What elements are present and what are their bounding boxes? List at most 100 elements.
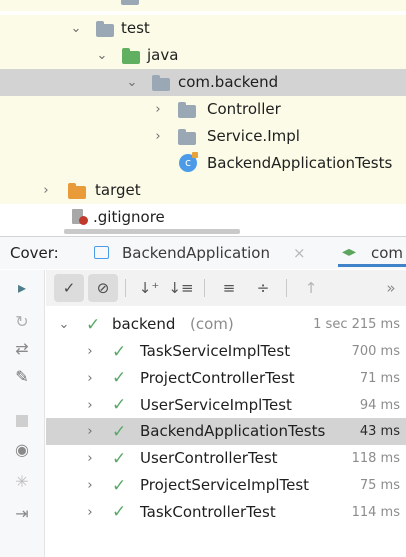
tree-row-controller[interactable]: › Controller — [0, 96, 406, 123]
root-time: 1 sec 215 ms — [313, 317, 400, 332]
chevron-right-icon[interactable]: › — [82, 478, 98, 493]
show-passed-button[interactable]: ✓ — [54, 274, 84, 302]
more-actions-icon[interactable]: » — [376, 274, 406, 302]
chevron-right-icon[interactable]: › — [82, 344, 98, 359]
test-label: UserControllerTest — [140, 449, 278, 468]
test-time: 71 ms — [359, 370, 400, 386]
expand-all-icon[interactable]: ≡ — [214, 274, 244, 302]
test-row[interactable]: › ✓ TaskServiceImplTest 700 ms — [46, 338, 406, 365]
sort-alphabetically-icon[interactable]: ↓⁺ — [134, 274, 164, 302]
package-icon — [152, 75, 170, 91]
sort-by-duration-icon[interactable]: ↓≡ — [166, 274, 196, 302]
ignore-marker-icon — [79, 216, 88, 225]
arrow-up-icon[interactable]: ↑ — [296, 274, 326, 302]
tree-row-target[interactable]: › target — [0, 177, 406, 204]
toolbar-separator — [286, 279, 287, 297]
run-marker-icon — [192, 152, 198, 158]
folder-icon — [96, 21, 114, 37]
tree-label: Controller — [207, 100, 281, 118]
check-icon: ✓ — [112, 448, 127, 469]
test-time: 75 ms — [359, 478, 400, 493]
camera-icon[interactable]: ◉ — [11, 438, 33, 460]
stop-icon[interactable] — [11, 410, 33, 432]
toolbar-separator — [204, 279, 205, 297]
root-label: backend — [112, 315, 176, 333]
close-icon[interactable]: × — [293, 244, 306, 262]
project-tree: resources ⌄ test ⌄ java ⌄ com.backend › … — [0, 0, 406, 234]
tree-label: Service.Impl — [207, 127, 300, 145]
chevron-right-icon[interactable]: › — [150, 129, 166, 144]
test-label: BackendApplicationTests — [140, 422, 326, 441]
test-row[interactable]: › ✓ ProjectControllerTest 71 ms — [46, 365, 406, 392]
show-ignored-button[interactable]: ⊘ — [88, 274, 118, 302]
horizontal-scrollbar[interactable] — [64, 229, 240, 234]
test-time: 94 ms — [359, 397, 400, 413]
check-icon: ✓ — [112, 368, 127, 389]
tree-label: com.backend — [178, 73, 279, 91]
tree-label: test — [121, 19, 150, 37]
chevron-right-icon[interactable]: › — [82, 398, 98, 413]
tree-label: resources — [142, 0, 215, 4]
toggle-auto-test-icon[interactable]: ⇄ — [11, 337, 33, 359]
tab-label: BackendApplication — [122, 244, 270, 262]
chevron-right-icon[interactable]: › — [82, 424, 98, 439]
test-time: 43 ms — [359, 424, 400, 440]
test-time: 118 ms — [351, 451, 400, 467]
tab-label: com — [371, 244, 404, 262]
coverage-toolbar: ✓ ⊘ ↓⁺ ↓≡ ≡ ÷ ↑ » — [46, 270, 406, 306]
tab-com[interactable]: ◂▸ com — [338, 239, 406, 267]
chevron-down-icon[interactable]: ⌄ — [124, 75, 140, 90]
coverage-side-toolbar: ▸ ↻ ⇄ ✎ ◉ ✳ ⇥ — [0, 270, 45, 557]
root-package: (com) — [190, 315, 234, 333]
tree-row-gitignore[interactable]: .gitignore — [0, 204, 406, 231]
chevron-down-icon[interactable]: ⌄ — [94, 48, 110, 63]
chevron-right-icon[interactable]: › — [82, 451, 98, 466]
rerun-failed-icon[interactable]: ↻ — [11, 310, 33, 332]
package-icon — [178, 129, 196, 145]
chevron-right-icon[interactable]: › — [150, 102, 166, 117]
tree-row-com-backend[interactable]: ⌄ com.backend — [0, 69, 406, 96]
test-label: ProjectControllerTest — [140, 368, 295, 387]
test-row[interactable]: › ✓ BackendApplicationTests 43 ms — [46, 418, 406, 446]
tree-row-backend-application-tests[interactable]: c BackendApplicationTests — [0, 150, 406, 177]
rerun-icon[interactable]: ▸ — [11, 276, 33, 298]
folder-icon — [122, 48, 140, 64]
coverage-title: Cover: — [10, 244, 59, 262]
tree-row-java[interactable]: ⌄ java — [0, 42, 406, 69]
collapse-all-icon[interactable]: ÷ — [248, 274, 278, 302]
check-icon: ✓ — [112, 421, 127, 442]
chevron-down-icon[interactable]: ⌄ — [56, 317, 72, 332]
chevron-right-icon[interactable]: › — [82, 371, 98, 386]
coverage-root-row[interactable]: ⌄ ✓ backend (com) 1 sec 215 ms — [46, 311, 406, 338]
test-label: ProjectServiceImplTest — [140, 476, 310, 494]
tree-label: .gitignore — [93, 208, 165, 226]
test-row[interactable]: › ✓ TaskControllerTest 114 ms — [46, 499, 406, 526]
test-time: 114 ms — [351, 504, 400, 520]
exit-icon[interactable]: ⇥ — [11, 502, 33, 524]
package-icon — [178, 102, 196, 118]
application-config-icon — [94, 246, 109, 259]
tree-label: BackendApplicationTests — [207, 154, 393, 172]
package-arrows-icon: ◂▸ — [342, 244, 357, 260]
tree-label: target — [95, 181, 141, 199]
test-label: UserServiceImplTest — [140, 395, 292, 414]
check-icon: ✓ — [112, 502, 127, 523]
test-row[interactable]: › ✓ ProjectServiceImplTest 75 ms — [46, 472, 406, 499]
check-icon: ✓ — [112, 395, 127, 416]
toolbar-separator — [125, 279, 126, 297]
folder-icon — [68, 183, 86, 199]
chevron-down-icon[interactable]: ⌄ — [68, 21, 84, 36]
chevron-right-icon[interactable]: › — [38, 183, 54, 198]
chevron-right-icon[interactable]: › — [82, 505, 98, 520]
tree-row-service-impl[interactable]: › Service.Impl — [0, 123, 406, 150]
check-icon: ✓ — [112, 341, 127, 362]
coverage-header: Cover: BackendApplication × ◂▸ com — [0, 236, 406, 269]
check-icon: ✓ — [112, 475, 127, 496]
tree-row-test[interactable]: ⌄ test — [0, 15, 406, 42]
settings-wrench-icon[interactable]: ✎ — [11, 365, 33, 387]
test-row[interactable]: › ✓ UserControllerTest 118 ms — [46, 445, 406, 472]
test-row[interactable]: › ✓ UserServiceImplTest 94 ms — [46, 392, 406, 419]
debug-icon[interactable]: ✳ — [11, 470, 33, 492]
tree-row-resources[interactable]: resources — [0, 0, 406, 11]
tab-backend-application[interactable]: BackendApplication × — [92, 239, 316, 267]
